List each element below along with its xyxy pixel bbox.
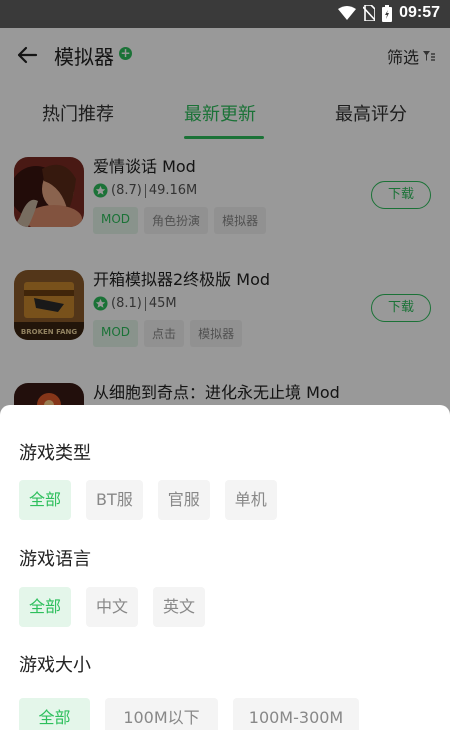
status-bar: 09:57 <box>0 0 450 28</box>
game-size-title: 游戏大小 <box>19 655 91 676</box>
chip-type-single[interactable]: 单机 <box>224 480 277 520</box>
game-language-options: 全部 中文 英文 <box>19 587 206 627</box>
no-sim-icon <box>363 5 376 21</box>
wifi-icon <box>338 6 357 20</box>
chip-type-all[interactable]: 全部 <box>19 480 72 520</box>
game-size-options: 全部 100M以下 100M-300M <box>19 698 359 730</box>
chip-size-under-100m[interactable]: 100M以下 <box>105 698 218 730</box>
game-type-title: 游戏类型 <box>19 443 91 464</box>
battery-icon <box>382 4 393 22</box>
game-language-title: 游戏语言 <box>19 549 91 570</box>
filter-sheet: 游戏类型 全部 BT服 官服 单机 游戏语言 全部 中文 英文 游戏大小 全部 … <box>0 405 450 730</box>
chip-size-100-300m[interactable]: 100M-300M <box>233 698 359 730</box>
chip-lang-all[interactable]: 全部 <box>19 587 72 627</box>
chip-size-all[interactable]: 全部 <box>19 698 90 730</box>
chip-lang-chinese[interactable]: 中文 <box>86 587 139 627</box>
status-time: 09:57 <box>399 4 440 21</box>
game-type-options: 全部 BT服 官服 单机 <box>19 480 277 520</box>
chip-type-official[interactable]: 官服 <box>157 480 210 520</box>
chip-type-bt[interactable]: BT服 <box>86 480 143 520</box>
chip-lang-english[interactable]: 英文 <box>153 587 206 627</box>
